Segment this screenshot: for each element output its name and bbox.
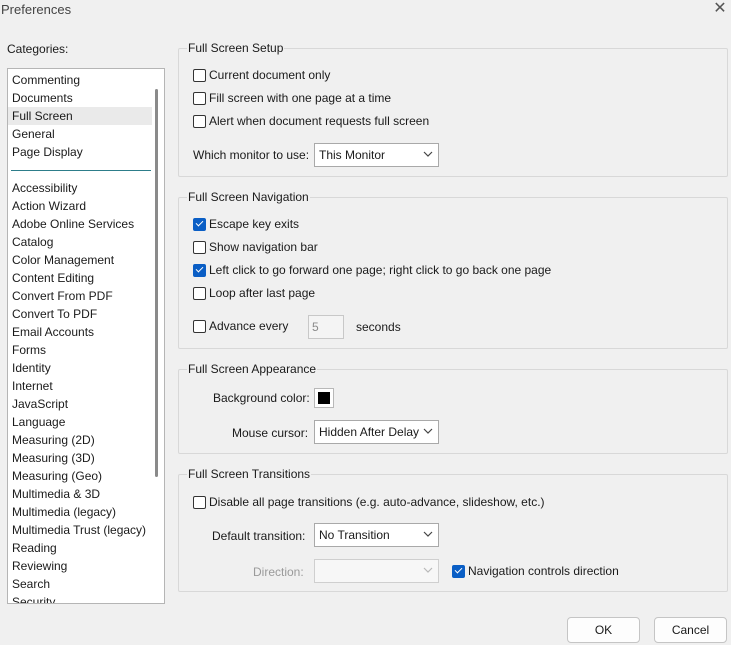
monitor-select[interactable]: This Monitor — [314, 143, 439, 167]
category-item[interactable]: Commenting — [8, 71, 154, 89]
checkbox-box — [193, 217, 206, 231]
background-color-swatch[interactable] — [314, 388, 334, 408]
group-title: Full Screen Navigation — [187, 189, 310, 205]
mouse-cursor-select-value: Hidden After Delay — [319, 425, 420, 439]
checkbox-box — [193, 114, 206, 128]
default-transition-select-value: No Transition — [319, 528, 390, 542]
navigation-controls-direction-checkbox[interactable]: Navigation controls direction — [452, 564, 619, 578]
show-navigation-bar-checkbox[interactable]: Show navigation bar — [193, 240, 318, 254]
categories-label: Categories: — [7, 42, 69, 56]
seconds-label: seconds — [356, 320, 401, 334]
checkbox-label: Alert when document requests full screen — [209, 114, 430, 128]
category-item[interactable]: Content Editing — [8, 269, 154, 287]
mouse-cursor-select[interactable]: Hidden After Delay — [314, 420, 439, 444]
checkbox-label: Navigation controls direction — [468, 564, 619, 578]
checkbox-box — [193, 263, 206, 277]
escape-key-exits-checkbox[interactable]: Escape key exits — [193, 217, 299, 231]
category-item[interactable]: Forms — [8, 341, 154, 359]
category-item[interactable]: Reading — [8, 539, 154, 557]
cancel-button[interactable]: Cancel — [654, 617, 727, 643]
checkbox-label: Show navigation bar — [209, 240, 318, 254]
checkbox-box — [193, 286, 206, 300]
chevron-down-icon — [423, 567, 433, 573]
category-item[interactable]: Email Accounts — [8, 323, 154, 341]
category-item[interactable]: Convert From PDF — [8, 287, 154, 305]
window-title: Preferences — [1, 2, 72, 17]
category-item[interactable]: Identity — [8, 359, 154, 377]
checkbox-label: Fill screen with one page at a time — [209, 91, 392, 105]
default-transition-select[interactable]: No Transition — [314, 523, 439, 547]
category-item[interactable]: Reviewing — [8, 557, 154, 575]
chevron-down-icon — [423, 151, 433, 157]
category-item[interactable]: Search — [8, 575, 154, 593]
loop-after-last-page-checkbox[interactable]: Loop after last page — [193, 286, 315, 300]
category-item[interactable]: Multimedia (legacy) — [8, 503, 154, 521]
checkbox-box — [193, 240, 206, 254]
checkbox-label: Escape key exits — [209, 217, 300, 231]
checkbox-box — [452, 564, 465, 578]
direction-label: Direction: — [253, 565, 304, 579]
category-item[interactable]: Language — [8, 413, 154, 431]
full-screen-navigation-group: Full Screen Navigation Escape key exits … — [178, 189, 728, 349]
full-screen-transitions-group: Full Screen Transitions Disable all page… — [178, 466, 728, 592]
monitor-label: Which monitor to use: — [193, 148, 310, 162]
checkbox-label: Current document only — [209, 68, 331, 82]
fill-screen-checkbox[interactable]: Fill screen with one page at a time — [193, 91, 391, 105]
categories-items: Commenting Documents Full Screen General Pag… — [8, 71, 154, 603]
category-item[interactable]: Page Display — [8, 143, 154, 161]
color-fill — [318, 392, 330, 404]
category-item[interactable]: General — [8, 125, 154, 143]
category-item[interactable]: Convert To PDF — [8, 305, 154, 323]
current-document-only-checkbox[interactable]: Current document only — [193, 68, 330, 82]
category-item[interactable]: Accessibility — [8, 179, 154, 197]
alert-full-screen-checkbox[interactable]: Alert when document requests full screen — [193, 114, 429, 128]
checkbox-label: Disable all page transitions (e.g. auto-… — [209, 495, 545, 509]
title-bar: Preferences ✕ — [0, 0, 731, 22]
mouse-cursor-label: Mouse cursor: — [232, 426, 309, 440]
chevron-down-icon — [423, 531, 433, 537]
disable-transitions-checkbox[interactable]: Disable all page transitions (e.g. auto-… — [193, 495, 545, 509]
category-item[interactable]: Color Management — [8, 251, 154, 269]
category-item[interactable]: Adobe Online Services — [8, 215, 154, 233]
full-screen-appearance-group: Full Screen Appearance Background color:… — [178, 361, 728, 454]
group-title: Full Screen Setup — [187, 40, 285, 56]
default-transition-label: Default transition: — [212, 529, 306, 543]
category-item[interactable]: Internet — [8, 377, 154, 395]
categories-list[interactable]: Commenting Documents Full Screen General Pag… — [7, 68, 165, 604]
category-item[interactable]: JavaScript — [8, 395, 154, 413]
ok-button[interactable]: OK — [567, 617, 640, 643]
category-item[interactable]: Measuring (3D) — [8, 449, 154, 467]
category-item[interactable]: Multimedia & 3D — [8, 485, 154, 503]
category-item[interactable]: Documents — [8, 89, 154, 107]
full-screen-setup-group: Full Screen Setup Current document only … — [178, 40, 728, 177]
left-click-forward-checkbox[interactable]: Left click to go forward one page; right… — [193, 263, 551, 277]
category-separator — [11, 170, 151, 171]
scrollbar[interactable] — [152, 69, 164, 603]
monitor-select-value: This Monitor — [319, 148, 386, 162]
checkbox-box — [193, 495, 206, 509]
scrollbar-thumb[interactable] — [155, 89, 158, 477]
close-icon[interactable]: ✕ — [709, 0, 731, 18]
direction-select[interactable] — [314, 559, 439, 583]
advance-seconds-input[interactable]: 5 — [308, 315, 344, 339]
group-title: Full Screen Appearance — [187, 361, 318, 377]
category-item[interactable]: Security — [8, 593, 154, 603]
category-item[interactable]: Action Wizard — [8, 197, 154, 215]
checkbox-box — [193, 68, 206, 82]
group-title: Full Screen Transitions — [187, 466, 312, 482]
checkbox-label: Advance every — [209, 319, 289, 333]
category-item[interactable]: Measuring (Geo) — [8, 467, 154, 485]
category-item[interactable]: Catalog — [8, 233, 154, 251]
category-item[interactable]: Measuring (2D) — [8, 431, 154, 449]
checkbox-box — [193, 91, 206, 105]
advance-every-checkbox[interactable]: Advance every — [193, 319, 288, 333]
category-item[interactable]: Full Screen — [8, 107, 154, 125]
chevron-down-icon — [423, 428, 433, 434]
category-item[interactable]: Multimedia Trust (legacy) — [8, 521, 154, 539]
background-color-label: Background color: — [213, 391, 310, 405]
checkbox-label: Left click to go forward one page; right… — [209, 263, 552, 277]
checkbox-box — [193, 319, 206, 333]
checkbox-label: Loop after last page — [209, 286, 316, 300]
